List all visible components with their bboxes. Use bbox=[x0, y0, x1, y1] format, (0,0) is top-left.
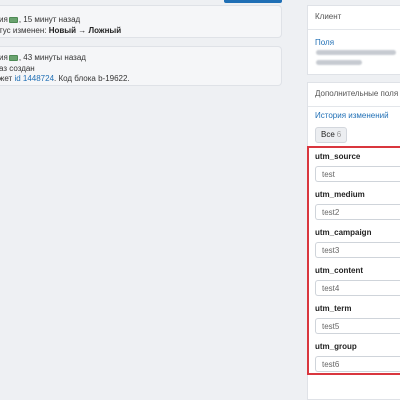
feed-item-line: жет id 1448724. Код блока b-19622. bbox=[0, 74, 130, 84]
filter-all-count: 6 bbox=[336, 130, 342, 139]
redacted-text bbox=[316, 50, 396, 55]
fields-link[interactable]: Поля bbox=[315, 38, 334, 47]
extra-fields-title: Дополнительные поля bbox=[308, 83, 400, 107]
timestamp: , 15 минут назад bbox=[18, 15, 81, 24]
filter-all-button[interactable]: Все 6 bbox=[315, 127, 348, 143]
utm-group-input[interactable] bbox=[315, 356, 400, 372]
utm-term-label: utm_term bbox=[315, 304, 352, 313]
feed-item: ия , 43 минуты назад аз создан жет id 144… bbox=[0, 46, 282, 86]
author-name: ия bbox=[0, 15, 8, 24]
feed-item: ия , 15 минут назад тус изменен: Новый → … bbox=[0, 5, 282, 38]
flag-icon bbox=[8, 16, 18, 23]
top-accent-bar bbox=[224, 0, 282, 3]
feed-item-line: аз создан bbox=[0, 64, 35, 73]
author-name: ия bbox=[0, 53, 8, 62]
filter-all-label: Все bbox=[321, 130, 335, 139]
utm-source-label: utm_source bbox=[315, 152, 361, 161]
utm-medium-label: utm_medium bbox=[315, 190, 365, 199]
utm-term-input[interactable] bbox=[315, 318, 400, 334]
timestamp: , 43 минуты назад bbox=[18, 53, 86, 62]
feed-item-header: ия , 15 минут назад bbox=[0, 15, 80, 25]
utm-content-input[interactable] bbox=[315, 280, 400, 296]
client-panel-title: Клиент bbox=[308, 6, 400, 30]
history-link[interactable]: История изменений bbox=[315, 111, 389, 120]
feed-text: жет bbox=[0, 74, 13, 83]
feed-item-header: ия , 43 минуты назад bbox=[0, 53, 86, 63]
utm-campaign-input[interactable] bbox=[315, 242, 400, 258]
status-prefix: тус изменен: bbox=[0, 26, 47, 35]
flag-icon bbox=[8, 54, 18, 61]
utm-medium-input[interactable] bbox=[315, 204, 400, 220]
status-change-value: Новый → Ложный bbox=[48, 26, 122, 35]
utm-fields-highlight: utm_source utm_medium utm_campaign utm_c… bbox=[307, 146, 400, 375]
utm-source-input[interactable] bbox=[315, 166, 400, 182]
ticket-link[interactable]: id 1448724 bbox=[14, 74, 54, 83]
utm-group-label: utm_group bbox=[315, 342, 357, 351]
status-change-line: тус изменен: Новый → Ложный bbox=[0, 26, 121, 36]
utm-campaign-label: utm_campaign bbox=[315, 228, 372, 237]
client-panel: Клиент Поля bbox=[307, 5, 400, 75]
utm-content-label: utm_content bbox=[315, 266, 363, 275]
feed-text: . Код блока b-19622. bbox=[54, 74, 130, 83]
redacted-text bbox=[316, 60, 362, 65]
